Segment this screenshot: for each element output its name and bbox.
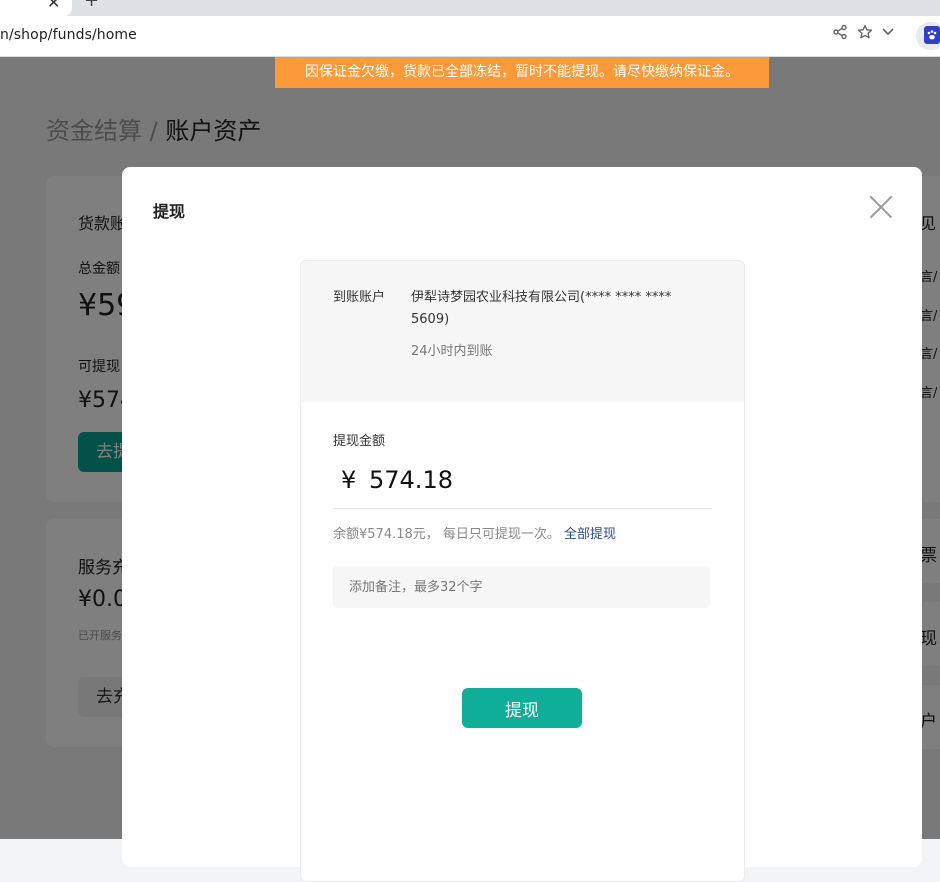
browser-address-bar: n/shop/funds/home [0,16,940,57]
submit-withdraw-button[interactable]: 提现 [462,688,582,728]
browser-tab-strip: ✕ + [0,0,940,16]
withdraw-modal: 提现 到账账户 伊犁诗梦园农业科技有限公司(**** **** **** 560… [122,167,922,882]
currency-symbol: ¥ [341,466,357,494]
account-name: 伊犁诗梦园农业科技有限公司(**** **** **** 5609) [411,290,672,327]
balance-info: 余额¥574.18元， 每日只可提现一次。 全部提现 [333,523,616,542]
account-info-box: 到账账户 伊犁诗梦园农业科技有限公司(**** **** **** 5609) … [301,261,744,402]
amount-input[interactable] [369,464,699,496]
withdraw-all-link[interactable]: 全部提现 [564,527,616,542]
chevron-down-icon[interactable] [881,24,895,43]
amount-row: ¥ [333,456,711,509]
account-label: 到账账户 [333,290,386,305]
extension-paw-icon [924,26,940,44]
balance-text: 余额¥574.18元， 每日只可提现一次。 [333,527,560,542]
arrival-time: 24小时内到账 [411,344,493,359]
bookmark-star-icon[interactable] [857,24,873,43]
deposit-warning-banner: 因保证金欠缴，货款已全部冻结，暂时不能提现。请尽快缴纳保证金。 [275,57,769,88]
tab-close-icon[interactable]: ✕ [47,0,60,11]
modal-title: 提现 [153,202,186,221]
remark-input[interactable] [333,566,710,608]
close-icon[interactable] [869,195,893,219]
amount-label: 提现金额 [333,434,386,449]
url-field[interactable]: n/shop/funds/home [0,21,905,51]
url-text: n/shop/funds/home [0,27,137,43]
withdraw-panel: 到账账户 伊犁诗梦园农业科技有限公司(**** **** **** 5609) … [300,260,745,882]
new-tab-icon[interactable]: + [84,0,99,10]
browser-tab[interactable]: ✕ [0,0,72,16]
share-icon[interactable] [832,24,848,43]
